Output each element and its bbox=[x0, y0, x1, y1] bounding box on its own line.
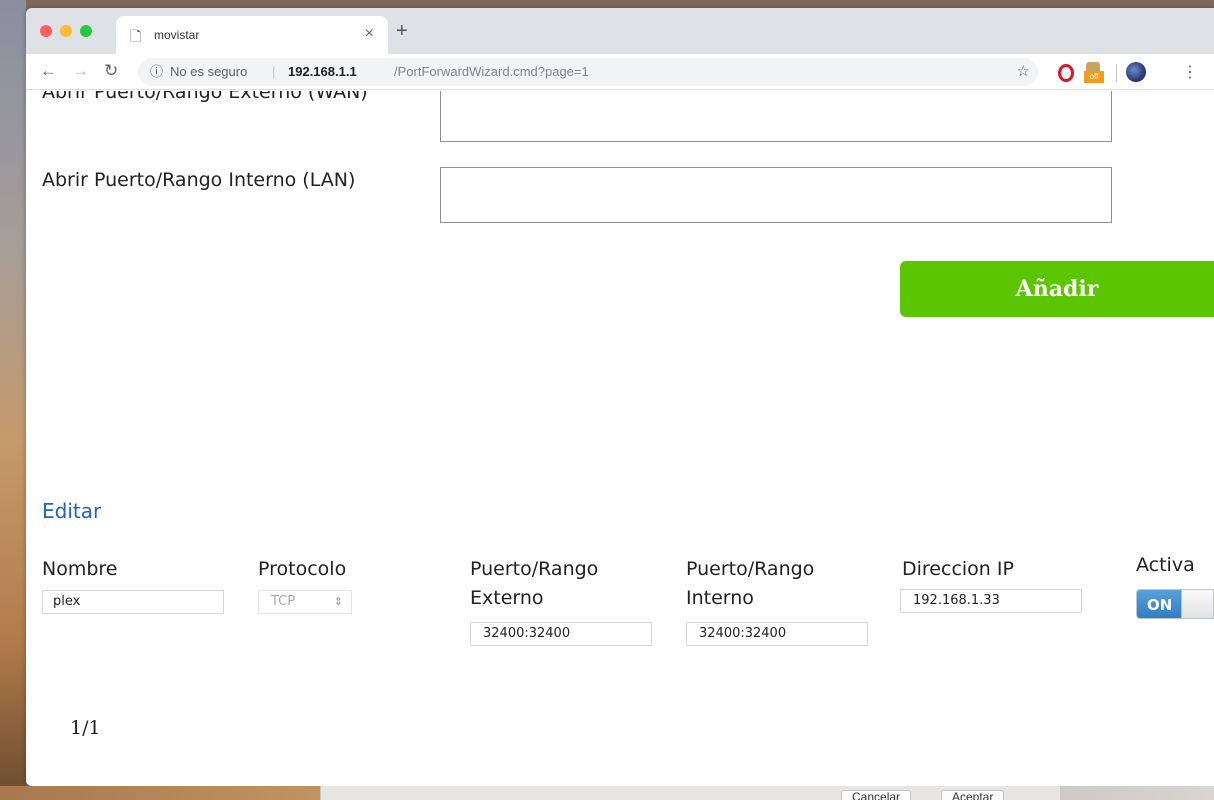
select-arrows-icon: ⇕ bbox=[333, 595, 343, 608]
close-tab-icon[interactable]: × bbox=[365, 25, 374, 43]
column-header-externo: Puerto/Rango Externo bbox=[470, 558, 599, 609]
toolbar-divider bbox=[1116, 64, 1117, 82]
forward-arrow-icon[interactable]: → bbox=[72, 61, 89, 81]
maximize-window-button[interactable] bbox=[80, 25, 92, 37]
off-extension-label: off bbox=[1084, 71, 1104, 83]
edit-heading: Editar bbox=[42, 499, 102, 523]
ip-address-input[interactable]: 192.168.1.33 bbox=[900, 589, 1082, 613]
tab-title: movistar bbox=[154, 28, 200, 42]
internal-range-input[interactable]: 32400:32400 bbox=[686, 622, 868, 646]
column-header-ip: Direccion IP bbox=[902, 558, 1014, 580]
internal-port-input[interactable] bbox=[440, 167, 1112, 223]
browser-window: 🗋 movistar × + ← → ↻ ⓘ No es seguro | 19… bbox=[26, 8, 1214, 786]
off-extension-icon[interactable]: off bbox=[1084, 62, 1104, 84]
protocol-select[interactable]: TCP ⇕ bbox=[258, 590, 352, 614]
new-tab-button[interactable]: + bbox=[396, 20, 408, 43]
page-content: Abrir Puerto/Rango Externo (WAN) Abrir P… bbox=[26, 91, 1214, 786]
toggle-on-label: ON bbox=[1137, 590, 1181, 618]
column-header-activa: Activa bbox=[1136, 554, 1195, 576]
background-dialog-panel: Cancelar Aceptar bbox=[320, 786, 1060, 800]
column-header-protocolo: Protocolo bbox=[258, 558, 347, 580]
opera-extension-icon[interactable] bbox=[1058, 64, 1074, 82]
toggle-knob bbox=[1181, 590, 1213, 618]
column-header-interno: Puerto/Rango Interno bbox=[686, 558, 815, 609]
address-bar[interactable]: ⓘ No es seguro | 192.168.1.1 /PortForwar… bbox=[138, 58, 1038, 86]
profile-avatar[interactable] bbox=[1126, 62, 1146, 82]
external-range-input[interactable]: 32400:32400 bbox=[470, 622, 652, 646]
back-arrow-icon[interactable]: ← bbox=[40, 61, 57, 81]
menu-dots-icon[interactable]: ⋮ bbox=[1182, 62, 1198, 82]
info-icon[interactable]: ⓘ bbox=[150, 58, 163, 86]
background-dialog: Cancelar Aceptar bbox=[0, 786, 1214, 800]
browser-toolbar: ← → ↻ ⓘ No es seguro | 192.168.1.1 /Port… bbox=[26, 54, 1214, 90]
accept-button[interactable]: Aceptar bbox=[941, 790, 1005, 800]
browser-tab[interactable]: 🗋 movistar × bbox=[116, 16, 388, 54]
tab-strip: 🗋 movistar × + bbox=[26, 8, 1214, 54]
pagination-indicator: 1/1 bbox=[70, 717, 101, 739]
desktop-background bbox=[0, 0, 26, 800]
active-toggle[interactable]: ON bbox=[1136, 589, 1214, 619]
url-host: 192.168.1.1 bbox=[288, 64, 357, 79]
page-icon: 🗋 bbox=[130, 28, 142, 44]
security-label: No es seguro bbox=[170, 64, 248, 79]
internal-port-label: Abrir Puerto/Rango Interno (LAN) bbox=[42, 169, 356, 191]
bookmark-star-icon[interactable]: ☆ bbox=[1017, 58, 1030, 86]
address-separator: | bbox=[272, 64, 276, 79]
external-port-input[interactable] bbox=[440, 91, 1112, 142]
protocol-value: TCP bbox=[271, 594, 296, 609]
add-button[interactable]: Añadir bbox=[900, 261, 1214, 317]
cancel-button[interactable]: Cancelar bbox=[841, 790, 912, 800]
rule-name-input[interactable]: plex bbox=[42, 590, 224, 614]
column-header-nombre: Nombre bbox=[42, 558, 118, 580]
url-path: /PortForwardWizard.cmd?page=1 bbox=[394, 64, 589, 79]
reload-icon[interactable]: ↻ bbox=[104, 61, 118, 81]
external-port-label: Abrir Puerto/Rango Externo (WAN) bbox=[42, 91, 368, 103]
close-window-button[interactable] bbox=[40, 25, 52, 37]
minimize-window-button[interactable] bbox=[60, 25, 72, 37]
